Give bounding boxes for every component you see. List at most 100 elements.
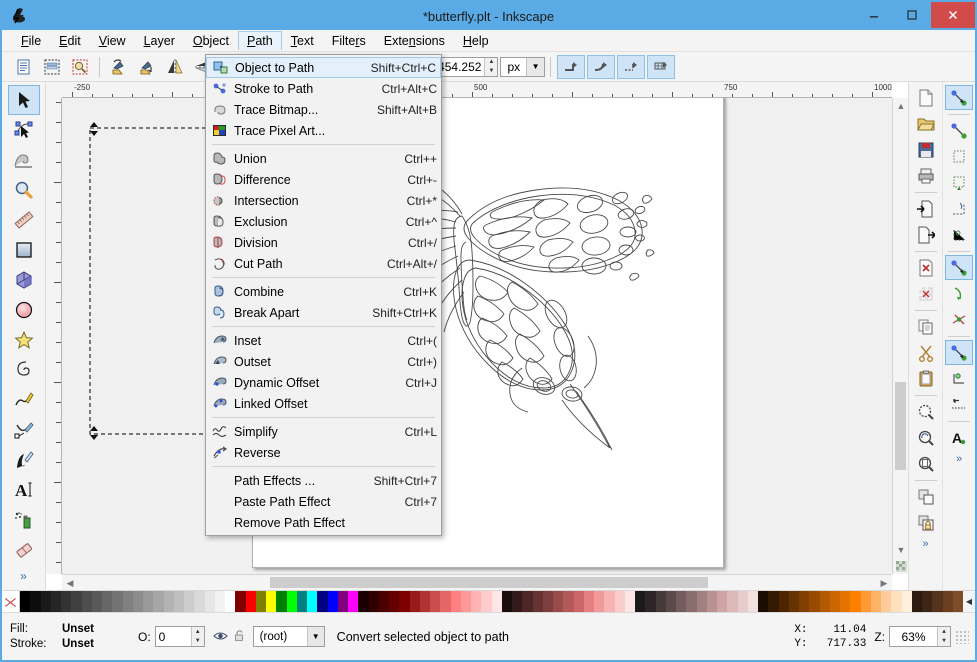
menu-path[interactable]: Path (238, 31, 282, 50)
menu-item-outset[interactable]: Outset Ctrl+) (206, 351, 441, 372)
snap-bounding-box-icon[interactable] (945, 118, 973, 143)
palette-swatch[interactable] (952, 591, 963, 612)
menu-item-combine[interactable]: Combine Ctrl+K (206, 281, 441, 302)
menu-item-remove-path-effect[interactable]: Remove Path Effect (206, 512, 441, 533)
palette-swatch[interactable] (696, 591, 707, 612)
save-document-icon[interactable] (912, 137, 940, 162)
palette-swatch[interactable] (583, 591, 594, 612)
palette-swatch[interactable] (122, 591, 133, 612)
snap-paths-icon[interactable] (945, 281, 973, 306)
menu-item-trace-bitmap[interactable]: Trace Bitmap... Shift+Alt+B (206, 99, 441, 120)
palette-swatch[interactable] (922, 591, 933, 612)
palette-swatch[interactable] (768, 591, 779, 612)
palette-swatch[interactable] (911, 591, 922, 612)
scroll-left-arrow-icon[interactable]: ◀ (62, 575, 78, 591)
menu-item-union[interactable]: Union Ctrl++ (206, 148, 441, 169)
menu-layer[interactable]: Layer (135, 31, 184, 51)
affect-rounded-corners-icon[interactable] (587, 54, 616, 79)
snap-object-centers-icon[interactable] (945, 366, 973, 391)
palette-swatch[interactable] (276, 591, 287, 612)
palette-swatch[interactable] (614, 591, 625, 612)
palette-swatch[interactable] (635, 591, 646, 612)
group-lock-icon[interactable] (912, 510, 940, 535)
scroll-right-arrow-icon[interactable]: ▶ (876, 575, 892, 591)
bezier-tool[interactable] (8, 415, 40, 445)
measure-tool[interactable] (8, 205, 40, 235)
palette-swatch[interactable] (532, 591, 543, 612)
palette-swatch[interactable] (758, 591, 769, 612)
palette-swatch[interactable] (809, 591, 820, 612)
affect-stroke-width-icon[interactable] (557, 54, 586, 79)
palette-swatch[interactable] (870, 591, 881, 612)
palette-swatch[interactable] (747, 591, 758, 612)
affect-gradients-icon[interactable] (617, 54, 646, 79)
affect-patterns-icon[interactable] (647, 54, 676, 79)
palette-swatch[interactable] (235, 591, 246, 612)
pencil-tool[interactable] (8, 385, 40, 415)
palette-swatch[interactable] (368, 591, 379, 612)
palette-swatch[interactable] (512, 591, 523, 612)
snap-bbox-edges-icon[interactable] (945, 144, 973, 169)
color-palette[interactable]: ◀ (2, 590, 975, 612)
opacity-control[interactable]: O: ▲▼ (132, 626, 205, 647)
export-icon[interactable] (912, 222, 940, 247)
menu-extensions[interactable]: Extensions (375, 31, 454, 51)
units-select[interactable]: px ▼ (500, 56, 546, 77)
menu-item-break-apart[interactable]: Break Apart Shift+Ctrl+K (206, 302, 441, 323)
palette-swatch[interactable] (594, 591, 605, 612)
opacity-spinner[interactable]: ▲ ▼ (190, 627, 204, 646)
scroll-up-arrow-icon[interactable]: ▲ (893, 98, 909, 114)
flip-horizontal-icon[interactable] (162, 54, 188, 80)
menu-item-stroke-to-path[interactable]: Stroke to Path Ctrl+Alt+C (206, 78, 441, 99)
menu-item-reverse[interactable]: Reverse (206, 442, 441, 463)
height-spinner[interactable]: ▲ ▼ (484, 57, 498, 76)
scroll-down-arrow-icon[interactable]: ▼ (893, 542, 909, 558)
menu-item-dynamic-offset[interactable]: Dynamic Offset Ctrl+J (206, 372, 441, 393)
deselect-icon[interactable] (67, 54, 93, 80)
palette-swatch[interactable] (286, 591, 297, 612)
menu-item-cut-path[interactable]: Cut Path Ctrl+Alt+/ (206, 253, 441, 274)
palette-swatch[interactable] (20, 591, 31, 612)
palette-swatch[interactable] (307, 591, 318, 612)
palette-swatch[interactable] (901, 591, 912, 612)
horizontal-scroll-thumb[interactable] (270, 577, 708, 588)
palette-swatch[interactable] (317, 591, 328, 612)
menu-item-trace-pixel-art[interactable]: Trace Pixel Art... (206, 120, 441, 141)
horizontal-scrollbar[interactable]: ◀ ▶ (62, 574, 892, 590)
palette-swatch[interactable] (686, 591, 697, 612)
opacity-field[interactable]: ▲▼ (154, 626, 205, 647)
palette-swatch[interactable] (81, 591, 92, 612)
palette-swatch[interactable] (225, 591, 236, 612)
menu-help[interactable]: Help (454, 31, 498, 51)
palette-swatch[interactable] (194, 591, 205, 612)
palette-swatch[interactable] (604, 591, 615, 612)
spiral-tool[interactable] (8, 355, 40, 385)
palette-swatch[interactable] (430, 591, 441, 612)
selector-tool[interactable] (7, 85, 40, 115)
palette-swatch[interactable] (624, 591, 635, 612)
palette-swatch[interactable] (573, 591, 584, 612)
resize-grip[interactable] (955, 629, 969, 644)
palette-swatch[interactable] (184, 591, 195, 612)
palette-swatch[interactable] (419, 591, 430, 612)
select-all-in-all-layers-icon[interactable] (39, 54, 65, 80)
palette-swatch[interactable] (460, 591, 471, 612)
layer-unlock-icon[interactable] (233, 629, 247, 645)
close-button[interactable] (931, 2, 975, 28)
menu-object[interactable]: Object (184, 31, 238, 51)
menu-item-inset[interactable]: Inset Ctrl+( (206, 330, 441, 351)
palette-swatch[interactable] (665, 591, 676, 612)
palette-swatch[interactable] (255, 591, 266, 612)
horizontal-ruler[interactable]: -250 500 750 1000 (62, 82, 892, 98)
palette-swatch[interactable] (727, 591, 738, 612)
palette-swatch[interactable] (358, 591, 369, 612)
snap-bbox-corners-icon[interactable] (945, 170, 973, 195)
redo-icon[interactable] (912, 281, 940, 306)
maximize-button[interactable] (893, 2, 931, 28)
menu-item-exclusion[interactable]: Exclusion Ctrl+^ (206, 211, 441, 232)
palette-swatch[interactable] (440, 591, 451, 612)
palette-scroll-arrow-icon[interactable]: ◀ (963, 591, 975, 612)
palette-swatch[interactable] (112, 591, 123, 612)
palette-swatch[interactable] (245, 591, 256, 612)
palette-swatch[interactable] (132, 591, 143, 612)
